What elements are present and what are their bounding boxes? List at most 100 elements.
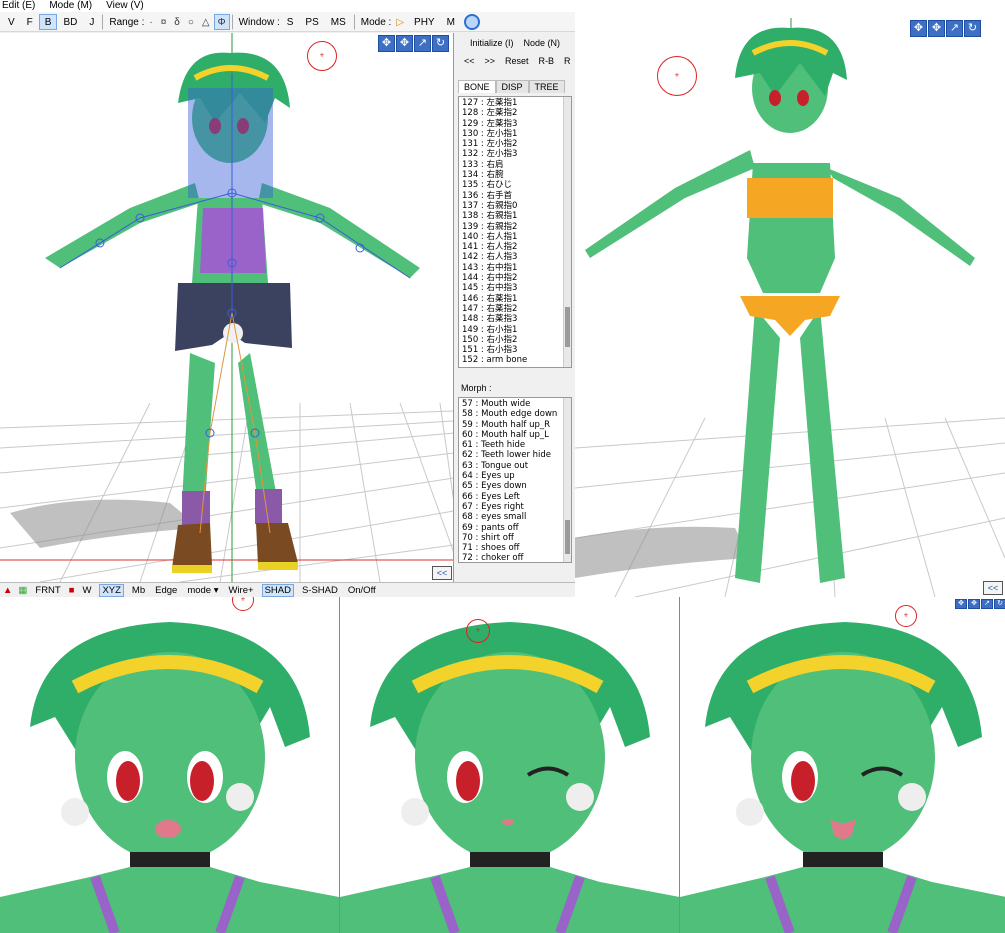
collapse-button-right[interactable]: << [983,581,1003,595]
view-button-v[interactable]: V [2,14,21,30]
tab-disp[interactable]: DISP [495,80,529,93]
bone-list-item[interactable]: 130 : 左小指1 [459,129,571,139]
morph-list-item[interactable]: 60 : Mouth half up_L [459,430,571,440]
status-s-shad[interactable]: S-SHAD [300,585,340,596]
view-button-bd[interactable]: BD [57,14,83,30]
menu-mode[interactable]: Mode (M) [49,0,92,12]
view-button-j[interactable]: J [83,14,100,30]
bone-list-item[interactable]: 131 : 左小指2 [459,139,571,149]
node-button[interactable]: Node (N) [521,37,564,49]
zoom-icon[interactable]: ↗ [414,35,431,52]
bone-list-item[interactable]: 150 : 右小指2 [459,335,571,345]
bone-list-item[interactable]: 135 : 右ひじ [459,180,571,190]
morph-list-item[interactable]: 59 : Mouth half up_R [459,420,571,430]
bone-list-item[interactable]: 148 : 右薬指3 [459,314,571,324]
model-viewport-left[interactable]: ✥ ✥ ↗ ↻ << [0,33,454,582]
bone-list-item[interactable]: 144 : 右中指2 [459,273,571,283]
bone-list-item[interactable]: 127 : 左薬指1 [459,98,571,108]
bone-list-item[interactable]: 140 : 右人指1 [459,232,571,242]
bone-list[interactable]: 127 : 左薬指1 128 : 左薬指2 129 : 左薬指3 130 : 左小指1… [458,96,572,368]
bone-list-item[interactable]: 147 : 右薬指2 [459,304,571,314]
status-shad[interactable]: SHAD [261,583,294,597]
rotate-icon[interactable]: ↻ [432,35,449,52]
status-mode-dropdown[interactable]: mode ▾ [185,585,220,596]
range-delta-icon[interactable]: δ [170,14,184,30]
range-triangle-icon[interactable]: △ [198,14,214,30]
morph-list-item[interactable]: 63 : Tongue out [459,461,571,471]
bone-list-item[interactable]: 134 : 右腕 [459,170,571,180]
face-closeup-3[interactable]: ✥ ✥ ↗ ↻ [679,597,1005,933]
face-closeup-1[interactable] [0,597,339,933]
status-on-off[interactable]: On/Off [346,585,378,596]
bone-list-item[interactable]: 149 : 右小指1 [459,325,571,335]
morph-list-item[interactable]: 69 : pants off [459,523,571,533]
morph-list-item[interactable]: 58 : Mouth edge down [459,409,571,419]
bone-list-item[interactable]: 151 : 右小指3 [459,345,571,355]
view-button-b[interactable]: B [38,13,58,30]
range-square-icon[interactable]: ¤ [157,14,171,30]
r-button[interactable]: R [561,55,574,67]
tab-tree[interactable]: TREE [528,80,565,93]
collapse-button-left[interactable]: << [432,566,452,580]
morph-list-item[interactable]: 57 : Mouth wide [459,399,571,409]
tab-bone[interactable]: BONE [458,80,496,93]
bone-list-item[interactable]: 128 : 左薬指2 [459,108,571,118]
range-phi-icon[interactable]: Φ [213,13,230,30]
morph-list-item[interactable]: 62 : Teeth lower hide [459,450,571,460]
range-circle-icon[interactable]: ○ [184,14,198,30]
move-xz-icon-mini[interactable]: ✥ [968,599,980,609]
morph-list-item[interactable]: 68 : eyes small [459,512,571,522]
bone-list-item[interactable]: 129 : 左薬指3 [459,119,571,129]
prev-frame-button[interactable]: << [461,55,478,67]
status-xyz[interactable]: XYZ [99,583,124,597]
status-wire[interactable]: Wire+ [226,585,255,596]
face-closeup-2[interactable] [339,597,679,933]
bone-list-scrollbar[interactable] [563,97,571,367]
status-w[interactable]: W [80,585,93,596]
bone-list-item[interactable]: 133 : 右肩 [459,160,571,170]
play-icon[interactable]: ▷ [392,14,408,30]
rotate-icon-mini[interactable]: ↻ [994,599,1005,609]
bone-list-item[interactable]: 143 : 右中指1 [459,263,571,273]
reset-button[interactable]: Reset [502,55,532,67]
status-frnt[interactable]: FRNT [33,585,62,596]
bone-list-item[interactable]: 142 : 右人指3 [459,252,571,262]
morph-list-item[interactable]: 72 : choker off [459,553,571,562]
window-button-ps[interactable]: PS [299,14,324,30]
bone-list-item[interactable]: 132 : 左小指3 [459,149,571,159]
view-button-f[interactable]: F [21,14,39,30]
morph-list[interactable]: 57 : Mouth wide 58 : Mouth edge down 59 : … [458,397,572,563]
move-icon-mini[interactable]: ✥ [955,599,967,609]
target-icon[interactable] [463,13,480,30]
window-button-s[interactable]: S [281,14,300,30]
morph-list-item[interactable]: 71 : shoes off [459,543,571,553]
move-xz-icon-right[interactable]: ✥ [928,20,945,37]
next-frame-button[interactable]: >> [482,55,499,67]
menu-edit[interactable]: Edit (E) [2,0,35,12]
zoom-icon-right[interactable]: ↗ [946,20,963,37]
status-mb[interactable]: Mb [130,585,147,596]
bone-list-item[interactable]: 146 : 右薬指1 [459,294,571,304]
morph-list-item[interactable]: 65 : Eyes down [459,481,571,491]
morph-list-scrollbar[interactable] [563,398,571,562]
move-xz-icon[interactable]: ✥ [396,35,413,52]
initialize-button[interactable]: Initialize (I) [467,37,517,49]
morph-list-item[interactable]: 67 : Eyes right [459,502,571,512]
move-icon-right[interactable]: ✥ [910,20,927,37]
window-button-ms[interactable]: MS [325,14,352,30]
morph-list-item[interactable]: 61 : Teeth hide [459,440,571,450]
morph-list-item[interactable]: 64 : Eyes up [459,471,571,481]
move-icon[interactable]: ✥ [378,35,395,52]
morph-list-item[interactable]: 66 : Eyes Left [459,492,571,502]
rotate-icon-right[interactable]: ↻ [964,20,981,37]
rb-button[interactable]: R-B [536,55,558,67]
bone-list-item[interactable]: 139 : 右親指2 [459,222,571,232]
status-edge[interactable]: Edge [153,585,179,596]
mode-button-phy[interactable]: PHY [408,14,441,30]
zoom-icon-mini[interactable]: ↗ [981,599,993,609]
range-point-icon[interactable]: · [145,14,156,30]
bone-list-item[interactable]: 137 : 右親指0 [459,201,571,211]
model-viewport-right[interactable]: ✥ ✥ ↗ ↻ << [575,18,1005,597]
bone-list-item[interactable]: 136 : 右手首 [459,191,571,201]
bone-list-item[interactable]: 152 : arm bone [459,355,571,365]
